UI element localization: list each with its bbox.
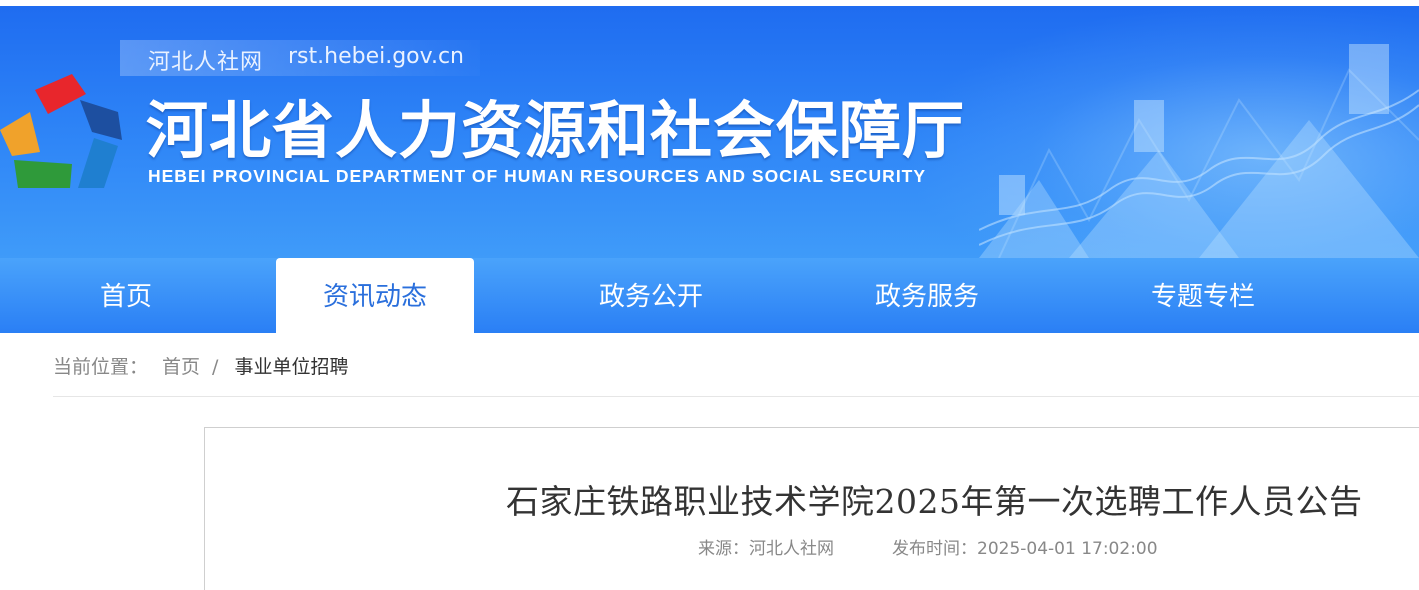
nav-item-news[interactable]: 资讯动态 <box>276 258 474 333</box>
main-nav: 首页 资讯动态 政务公开 政务服务 专题专栏 <box>0 258 1419 333</box>
article-meta: 来源：河北人社网 发布时间：2025-04-01 17:02:00 <box>698 534 1158 559</box>
great-wall-illustration <box>979 44 1419 258</box>
article-panel: 石家庄铁路职业技术学院2025年第一次选聘工作人员公告 来源：河北人社网 发布时间… <box>204 427 1419 590</box>
nav-item-home[interactable]: 首页 <box>0 258 252 333</box>
nav-item-special-topics[interactable]: 专题专栏 <box>1104 258 1302 333</box>
department-logo-icon[interactable] <box>0 72 130 196</box>
site-name: 河北人社网 <box>148 50 264 75</box>
nav-item-government-affairs[interactable]: 政务公开 <box>552 258 750 333</box>
breadcrumb-current[interactable]: 事业单位招聘 <box>234 352 348 382</box>
breadcrumb-label: 当前位置： <box>53 356 149 378</box>
breadcrumb-home-link[interactable]: 首页 <box>162 352 200 382</box>
nav-item-government-services[interactable]: 政务服务 <box>828 258 1026 333</box>
article-source: 来源：河北人社网 <box>698 539 834 559</box>
department-title-en: HEBEI PROVINCIAL DEPARTMENT OF HUMAN RES… <box>148 166 927 186</box>
department-title: 河北省人力资源和社会保障厅 <box>146 94 966 167</box>
site-url[interactable]: rst.hebei.gov.cn <box>288 44 464 69</box>
breadcrumb: 当前位置： 首页 / 事业单位招聘 <box>53 352 348 382</box>
breadcrumb-separator: / <box>212 356 219 378</box>
header-banner: 河北人社网 rst.hebei.gov.cn 河北省人力资源和社会保障厅 HEB… <box>0 0 1419 258</box>
article-title: 石家庄铁路职业技术学院2025年第一次选聘工作人员公告 <box>506 482 1363 521</box>
breadcrumb-divider <box>53 396 1419 397</box>
article-published-time: 发布时间：2025-04-01 17:02:00 <box>892 539 1158 559</box>
